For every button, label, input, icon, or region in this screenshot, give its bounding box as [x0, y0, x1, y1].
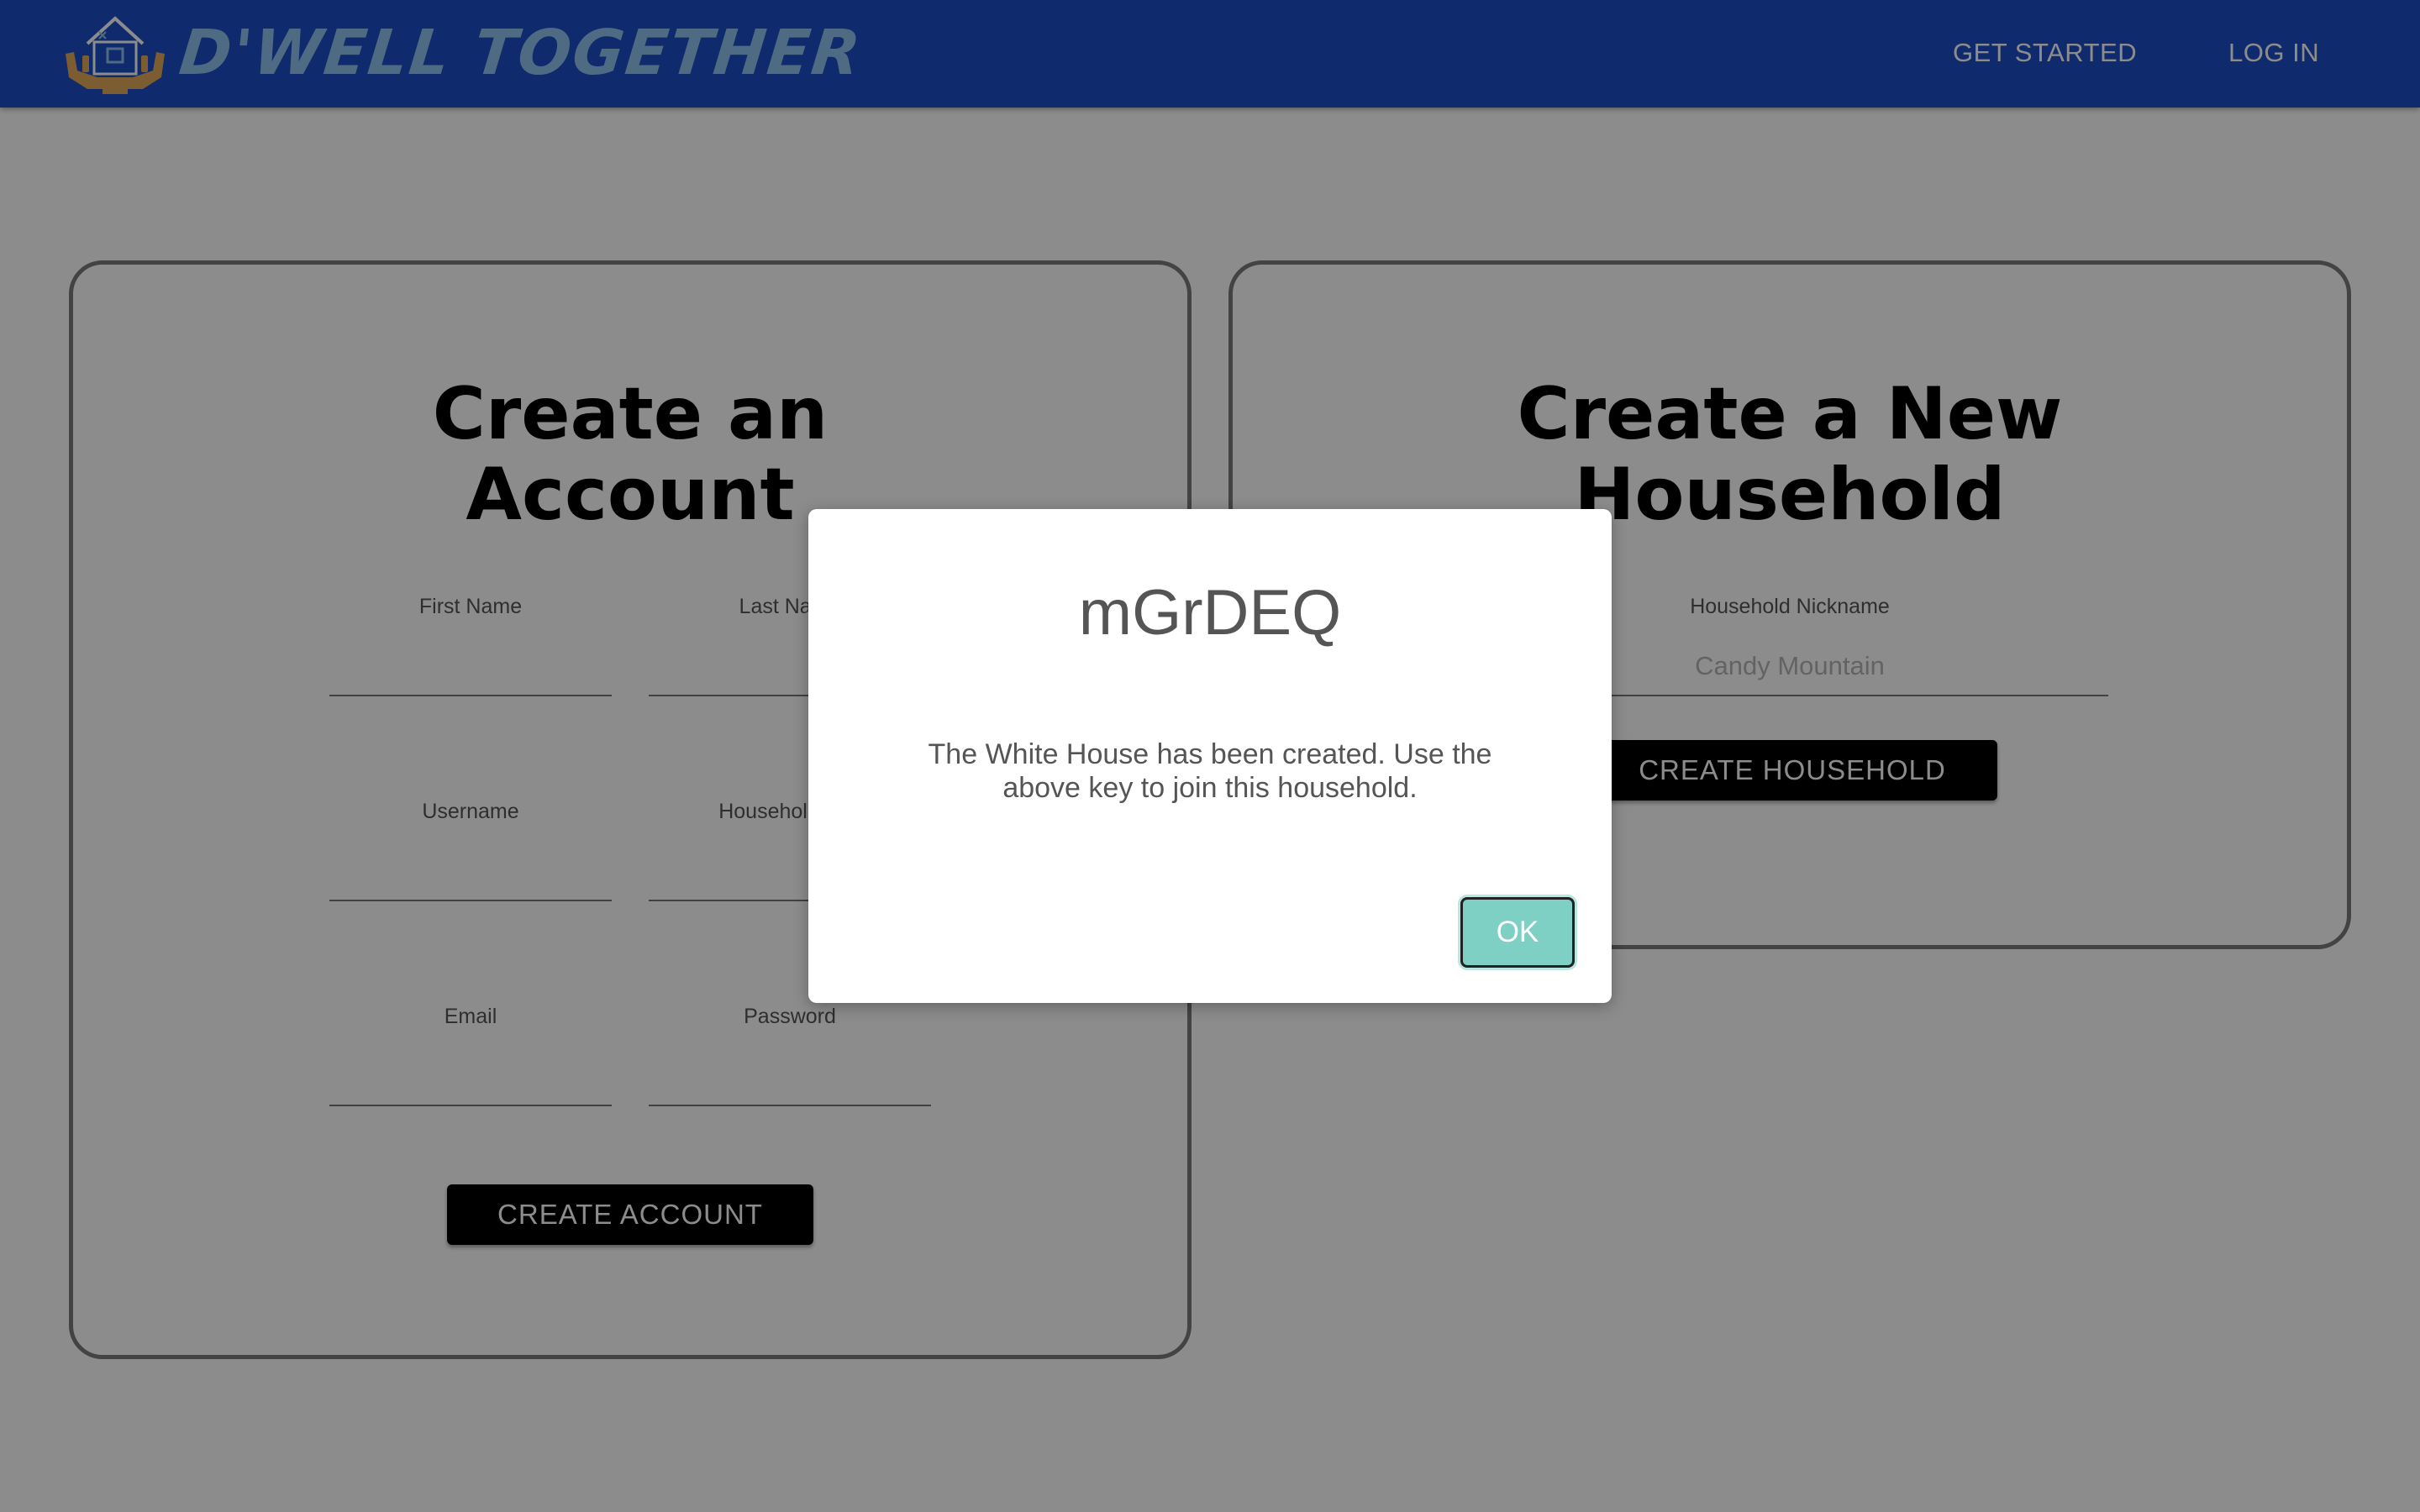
- household-key-title: mGrDEQ: [1078, 577, 1342, 648]
- dialog-message: The White House has been created. Use th…: [928, 738, 1492, 804]
- ok-button[interactable]: OK: [1460, 897, 1575, 968]
- household-created-dialog: mGrDEQ The White House has been created.…: [808, 509, 1612, 1003]
